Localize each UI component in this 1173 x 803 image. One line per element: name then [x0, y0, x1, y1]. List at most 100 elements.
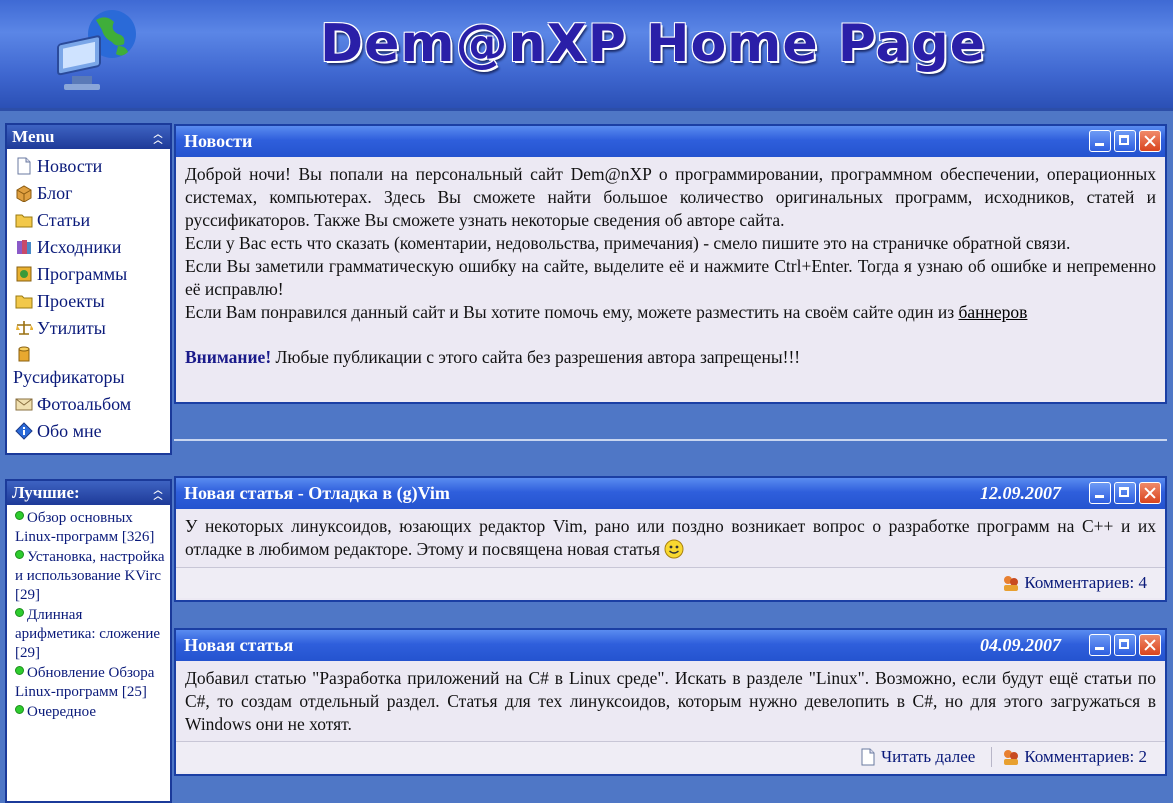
best-item-label[interactable]: Очередное — [27, 704, 96, 720]
menu-list: Новости Блог Статьи Исходники Программы … — [7, 149, 170, 449]
close-icon[interactable] — [1139, 482, 1161, 504]
comments-icon — [1004, 576, 1019, 591]
best-item-label[interactable]: Обновление Обзора Linux-программ [25] — [15, 665, 154, 700]
best-item-label[interactable]: Установка, настройка и использование KVi… — [15, 549, 165, 603]
menu-link-blog[interactable]: Блог — [37, 183, 72, 203]
read-more-link[interactable]: Читать далее — [881, 747, 975, 767]
post-footer: Комментариев: 4 — [176, 567, 1165, 598]
books-icon — [17, 240, 31, 254]
smiley-icon — [664, 539, 684, 559]
best-panel-title: Лучшие: — [12, 483, 80, 502]
menu-panel-title: Menu — [12, 127, 55, 146]
best-item-label[interactable]: Обзор основных Linux-программ [326] — [15, 510, 154, 545]
menu-item-news[interactable]: Новости — [15, 153, 170, 180]
menu-item-blog[interactable]: Блог — [15, 180, 170, 207]
read-more-item[interactable]: Читать далее — [849, 747, 975, 767]
window-controls — [1089, 482, 1161, 504]
menu-item-about[interactable]: Обо мне — [15, 418, 170, 445]
folder-icon — [15, 295, 33, 309]
scales-icon — [16, 321, 33, 335]
news-paragraph: Если у Вас есть что сказать (коментарии,… — [185, 233, 1071, 253]
bullet-icon — [15, 666, 24, 675]
post-titlebar: Новая статья - Отладка в (g)Vim 12.09.20… — [176, 478, 1165, 509]
close-icon[interactable] — [1139, 130, 1161, 152]
menu-link-utilities[interactable]: Утилиты — [37, 318, 106, 338]
page-icon — [861, 748, 875, 766]
bullet-icon — [15, 550, 24, 559]
bullet-icon — [15, 608, 24, 617]
menu-item-photoalbum[interactable]: Фотоальбом — [15, 391, 170, 418]
close-icon[interactable] — [1139, 634, 1161, 656]
comments-link[interactable]: Комментариев: 4 — [1024, 573, 1147, 593]
menu-panel-header: Menu ︿ ︿ — [7, 125, 170, 149]
info-icon — [15, 422, 33, 440]
minimize-icon[interactable] — [1089, 130, 1111, 152]
menu-item-projects[interactable]: Проекты — [15, 288, 170, 315]
best-item[interactable]: Длинная арифметика: сложение [29] — [15, 606, 166, 663]
menu-item-utilities[interactable]: Утилиты — [15, 315, 170, 342]
box-icon — [16, 185, 32, 202]
post-text: У некоторых линуксоидов, юзающих редакто… — [185, 515, 1156, 561]
menu-link-about[interactable]: Обо мне — [37, 421, 102, 441]
post-body: У некоторых линуксоидов, юзающих редакто… — [176, 509, 1165, 567]
page-icon — [17, 157, 31, 175]
comments-item[interactable]: Комментариев: 2 — [991, 747, 1147, 767]
news-window-title: Новости — [184, 131, 253, 151]
news-paragraph: Если Вам понравился данный сайт и Вы хот… — [185, 301, 1156, 324]
minimize-icon[interactable] — [1089, 634, 1111, 656]
window-controls — [1089, 634, 1161, 656]
best-item[interactable]: Обзор основных Linux-программ [326] — [15, 509, 166, 547]
post-footer: Читать далее Комментариев: 2 — [176, 741, 1165, 772]
post-date: 04.09.2007 — [980, 635, 1061, 655]
comments-icon — [1004, 750, 1019, 765]
comments-item[interactable]: Комментариев: 4 — [992, 573, 1147, 593]
menu-panel: Menu ︿ ︿ Новости Блог Статьи Исходники Пр… — [5, 123, 172, 455]
menu-item-programs[interactable]: Программы — [15, 261, 170, 288]
folder-icon — [15, 214, 33, 228]
menu-link-rusifiers[interactable]: Русификаторы — [13, 367, 125, 387]
warning-label: Внимание! — [185, 347, 272, 367]
warning-line: Внимание! Любые публикации с этого сайта… — [185, 346, 1156, 369]
bullet-icon — [15, 511, 24, 520]
best-item[interactable]: Обновление Обзора Linux-программ [25] — [15, 664, 166, 702]
maximize-icon[interactable] — [1114, 130, 1136, 152]
menu-link-photoalbum[interactable]: Фотоальбом — [37, 394, 131, 414]
best-panel-header: Лучшие: ︿ ︿ — [7, 481, 170, 505]
best-item[interactable]: Очередное — [15, 703, 166, 722]
minimize-icon[interactable] — [1089, 482, 1111, 504]
maximize-icon[interactable] — [1114, 482, 1136, 504]
news-paragraph: Если Вы заметили грамматическую ошибку н… — [185, 256, 1156, 299]
best-panel: Лучшие: ︿ ︿ Обзор основных Linux-программ… — [5, 479, 172, 803]
news-paragraph: Доброй ночи! Вы попали на персональный с… — [185, 164, 1156, 230]
divider — [174, 439, 1167, 441]
menu-link-articles[interactable]: Статьи — [37, 210, 90, 230]
post-title: Новая статья - Отладка в (g)Vim — [184, 483, 450, 503]
collapse-icon[interactable]: ︿ ︿ — [152, 486, 164, 501]
cylinder-icon — [18, 346, 30, 362]
menu-link-news[interactable]: Новости — [37, 156, 102, 176]
post-body-text: Добавил статью "Разработка приложений на… — [185, 668, 1156, 734]
banner-text: Если Вам понравился данный сайт и Вы хот… — [185, 302, 955, 322]
menu-item-articles[interactable]: Статьи — [15, 207, 170, 234]
menu-link-projects[interactable]: Проекты — [37, 291, 105, 311]
post-titlebar: Новая статья 04.09.2007 — [176, 630, 1165, 661]
menu-link-sources[interactable]: Исходники — [37, 237, 121, 257]
maximize-icon[interactable] — [1114, 634, 1136, 656]
warning-text: Любые публикации с этого сайта без разре… — [271, 347, 801, 367]
menu-item-rusifiers[interactable]: Русификаторы — [13, 342, 170, 391]
banners-link[interactable]: баннеров — [959, 302, 1028, 322]
network-globe-icon — [57, 10, 136, 90]
news-window-titlebar: Новости — [176, 126, 1165, 157]
menu-item-sources[interactable]: Исходники — [15, 234, 170, 261]
post-title: Новая статья — [184, 635, 294, 655]
comments-link[interactable]: Комментариев: 2 — [1024, 747, 1147, 767]
collapse-icon[interactable]: ︿ ︿ — [152, 130, 164, 145]
best-item[interactable]: Установка, настройка и использование KVi… — [15, 548, 166, 605]
best-list: Обзор основных Linux-программ [326] Уста… — [7, 505, 170, 722]
menu-link-programs[interactable]: Программы — [37, 264, 127, 284]
post-date: 12.09.2007 — [980, 483, 1061, 503]
programs-icon — [16, 266, 32, 282]
site-header: Dem@nXP Home Page — [0, 0, 1173, 111]
best-item-label[interactable]: Длинная арифметика: сложение [29] — [15, 607, 160, 661]
news-window: Новости Доброй ночи! Вы попали на персон… — [174, 124, 1167, 404]
